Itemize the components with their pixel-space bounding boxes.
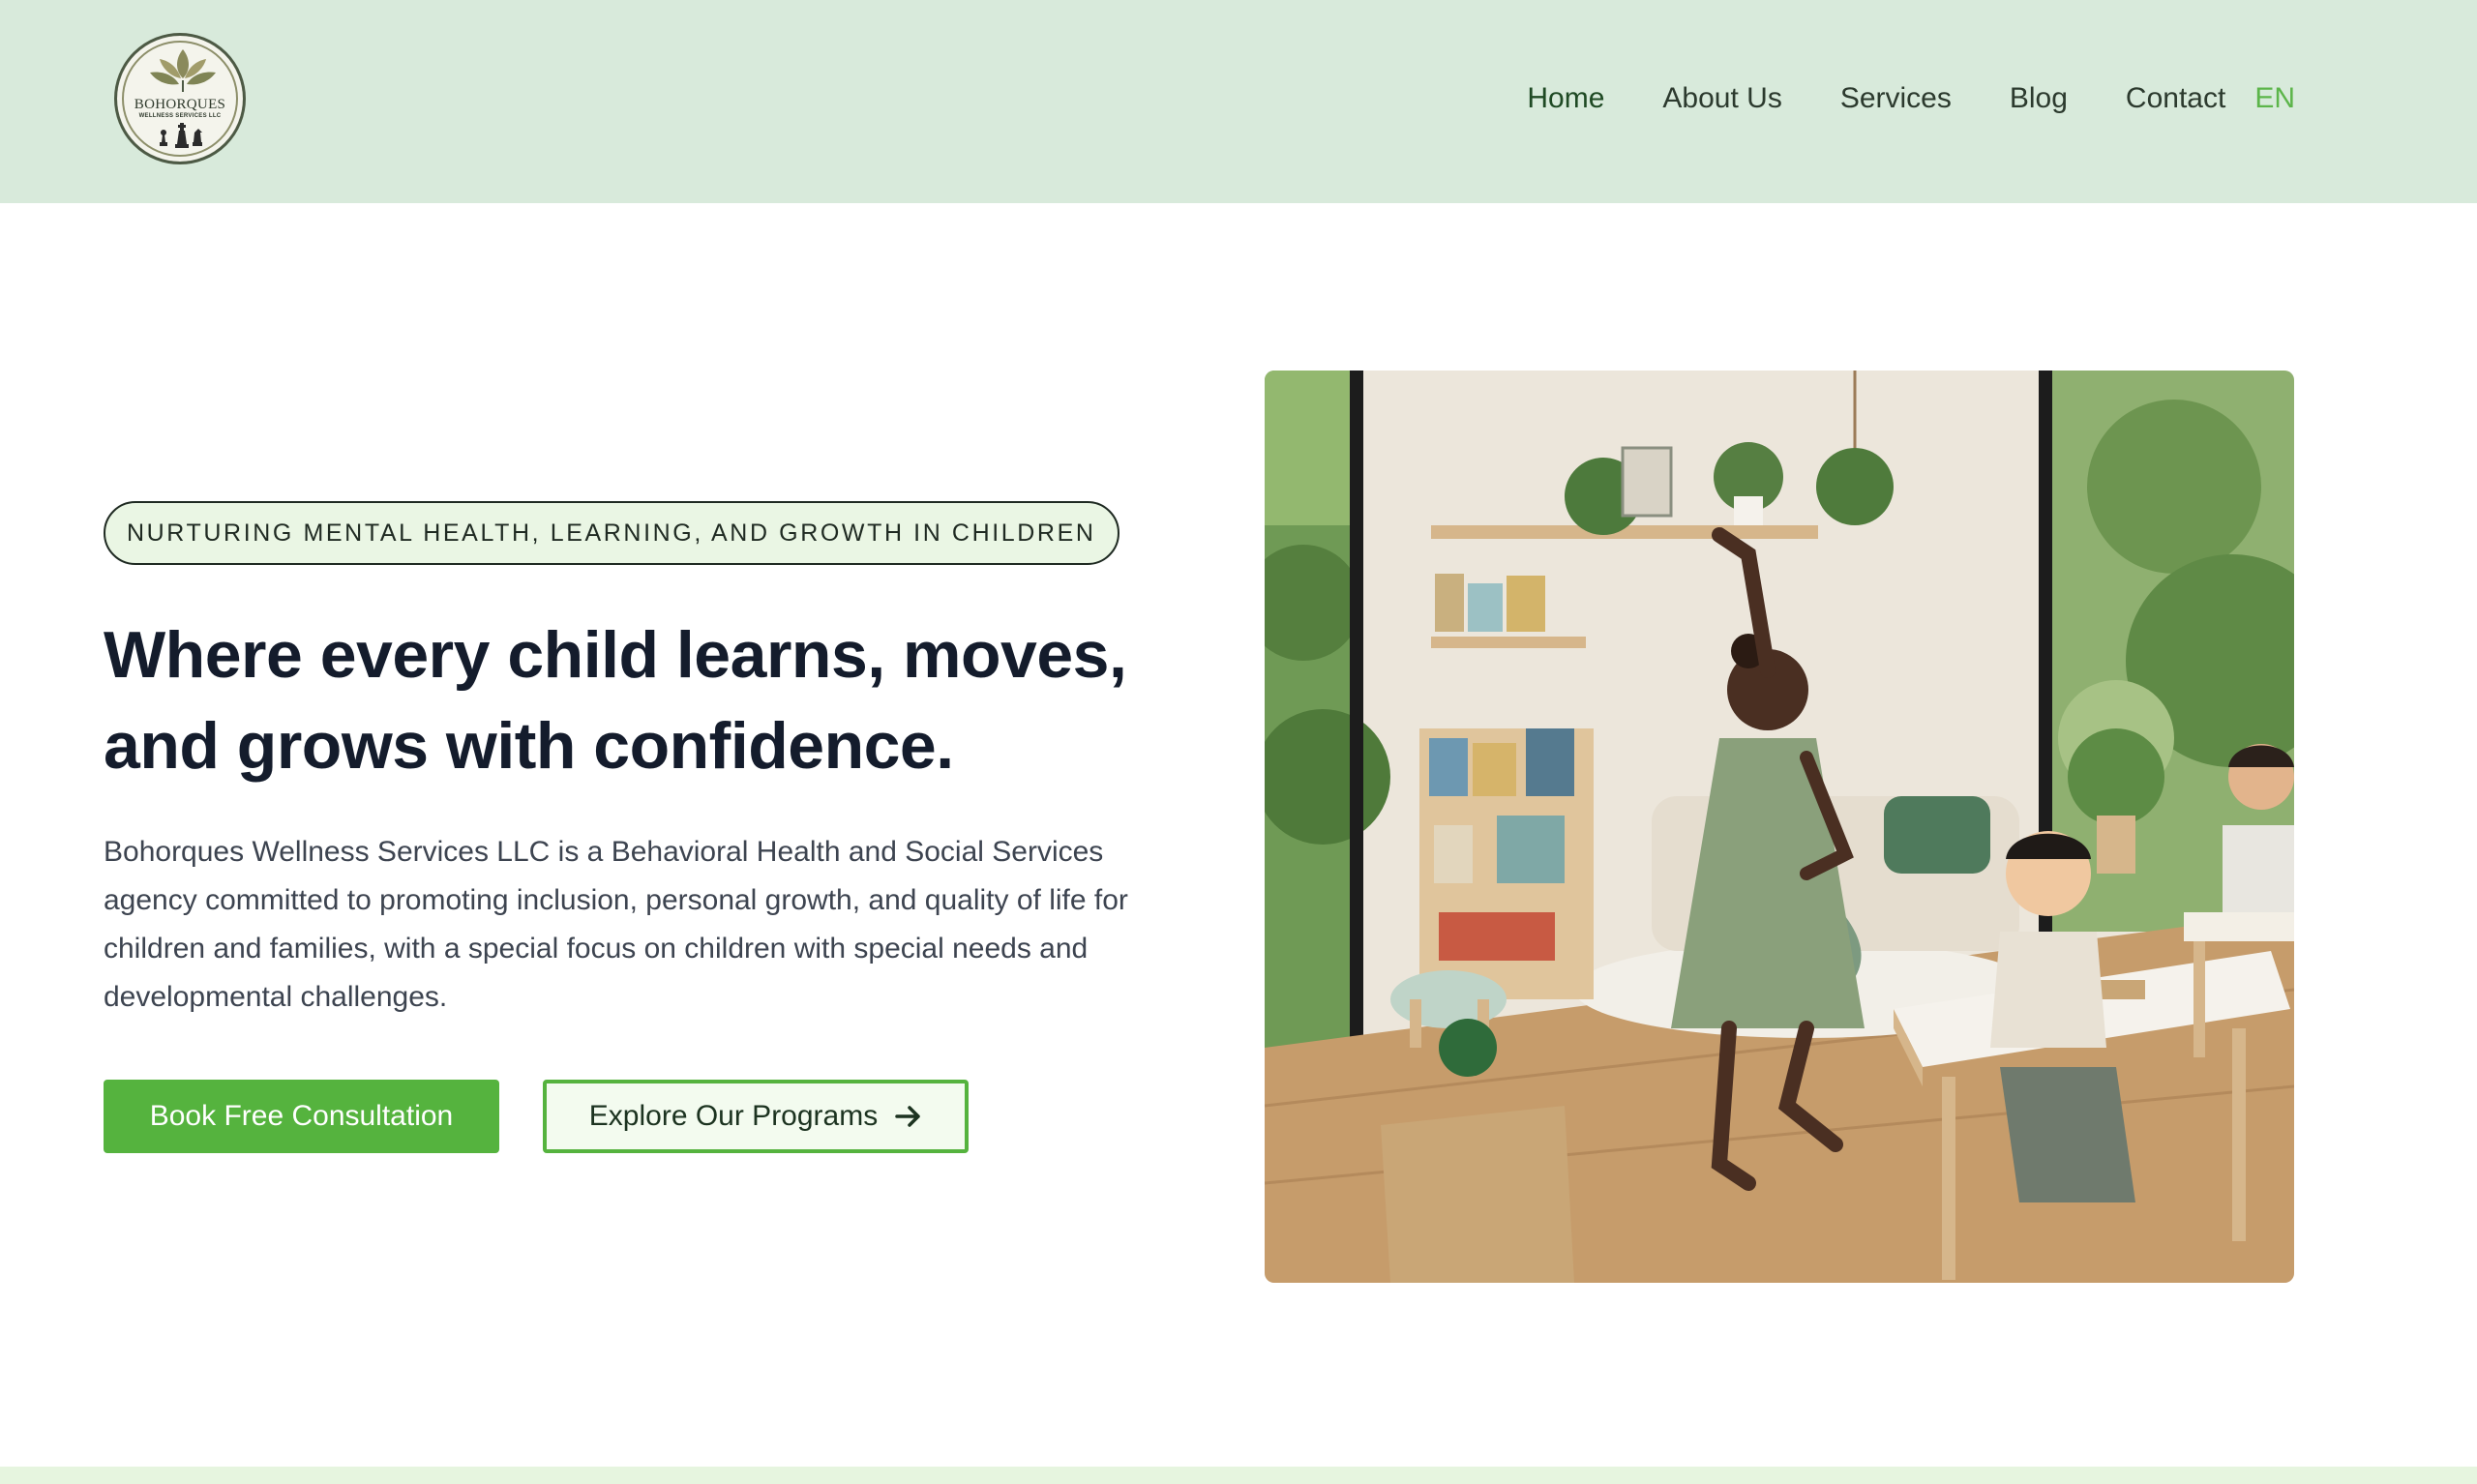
nav-home[interactable]: Home xyxy=(1527,75,1604,122)
next-section-edge xyxy=(0,1467,2477,1484)
explore-programs-label: Explore Our Programs xyxy=(588,1100,879,1132)
arrow-right-icon xyxy=(895,1105,922,1128)
hero-title: Where every child learns, moves, and gro… xyxy=(104,609,1207,791)
hero-image-playroom xyxy=(1265,371,2294,1283)
nav-contact[interactable]: Contact xyxy=(2126,75,2225,122)
hero-title-line-1: Where every child learns, moves, xyxy=(104,618,1127,692)
hero-description: Bohorques Wellness Services LLC is a Beh… xyxy=(104,836,1128,1013)
nav-services[interactable]: Services xyxy=(1840,75,1952,122)
main-nav: Home About Us Services Blog Contact EN xyxy=(1469,75,2295,122)
hero-title-line-2: and grows with confidence. xyxy=(104,709,954,783)
explore-programs-button[interactable]: Explore Our Programs xyxy=(543,1080,969,1153)
brand-logo[interactable]: BOHORQUES WELLNESS SERVICES LLC xyxy=(114,33,246,164)
logo-name: BOHORQUES xyxy=(134,97,226,112)
nav-about-us[interactable]: About Us xyxy=(1662,75,1781,122)
book-consultation-button[interactable]: Book Free Consultation xyxy=(104,1080,499,1153)
language-switcher[interactable]: EN xyxy=(2254,75,2295,122)
nav-blog[interactable]: Blog xyxy=(2010,75,2068,122)
hero-tagline-badge: NURTURING MENTAL HEALTH, LEARNING, AND G… xyxy=(104,501,1119,565)
book-consultation-label: Book Free Consultation xyxy=(149,1100,454,1132)
site-header: BOHORQUES WELLNESS SERVICES LLC Home Abo… xyxy=(0,0,2477,203)
logo-subtitle: WELLNESS SERVICES LLC xyxy=(138,113,222,119)
